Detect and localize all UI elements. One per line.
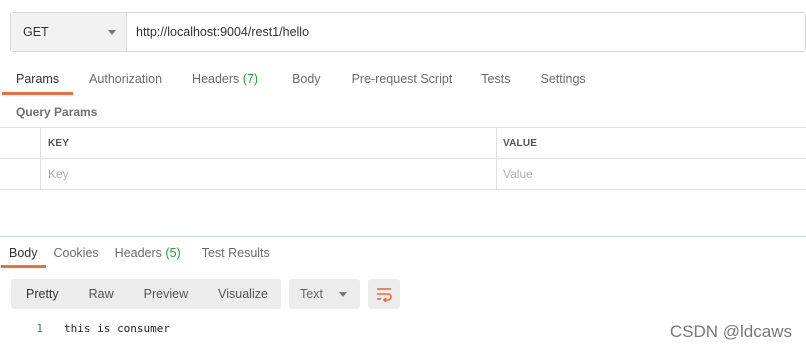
watermark: CSDN @ldcaws	[669, 322, 792, 341]
tab-headers[interactable]: Headers (7)	[192, 64, 258, 94]
tab-test-results[interactable]: Test Results	[202, 240, 270, 267]
request-tabs: Params Authorization Headers (7) Body Pr…	[0, 64, 586, 95]
view-mode-group: Pretty Raw Preview Visualize	[11, 279, 281, 309]
row-handle	[0, 128, 41, 158]
tab-body-label: Body	[292, 72, 321, 86]
tab-params-label: Params	[16, 72, 60, 86]
tab-pre-request-script[interactable]: Pre-request Script	[352, 64, 453, 94]
response-tabs: Body Cookies Headers (5) Test Results	[0, 240, 270, 268]
wrap-lines-icon	[377, 288, 392, 302]
row-handle	[0, 159, 41, 189]
request-url-bar: GET http://localhost:9004/rest1/hello	[10, 12, 806, 52]
tab-cookies-label: Cookies	[53, 246, 99, 260]
tab-authorization[interactable]: Authorization	[89, 64, 162, 94]
chevron-down-icon	[339, 291, 347, 297]
method-label: GET	[23, 25, 49, 39]
tab-tests[interactable]: Tests	[481, 64, 510, 94]
tab-body[interactable]: Body	[292, 64, 321, 94]
view-visualize-button[interactable]: Visualize	[203, 279, 283, 309]
tab-authorization-label: Authorization	[89, 72, 163, 86]
tab-response-headers-label: Headers	[114, 246, 162, 260]
format-select[interactable]: Text	[289, 279, 360, 309]
url-text: http://localhost:9004/rest1/hello	[136, 25, 310, 39]
tab-settings[interactable]: Settings	[540, 64, 585, 94]
response-headers-count-badge: (5)	[165, 246, 181, 260]
view-preview-button[interactable]: Preview	[129, 279, 203, 309]
tab-cookies[interactable]: Cookies	[54, 240, 99, 267]
table-header-row: KEY VALUE	[0, 128, 806, 159]
chevron-down-icon	[108, 29, 116, 35]
response-text: this is consumer	[64, 321, 170, 335]
headers-count-badge: (7)	[242, 72, 259, 86]
response-line: 1 this is consumer	[0, 319, 170, 337]
pane-divider[interactable]	[0, 236, 806, 237]
tab-test-results-label: Test Results	[201, 246, 270, 260]
tab-tests-label: Tests	[481, 72, 511, 86]
format-label: Text	[300, 287, 323, 301]
value-input[interactable]: Value	[497, 159, 806, 189]
key-input[interactable]: Key	[41, 159, 497, 189]
tab-response-body[interactable]: Body	[1, 240, 45, 268]
query-params-title: Query Params	[16, 105, 98, 119]
value-placeholder: Value	[503, 167, 533, 181]
url-input[interactable]: http://localhost:9004/rest1/hello	[127, 13, 805, 51]
view-pretty-button[interactable]: Pretty	[11, 279, 74, 309]
query-params-table: KEY VALUE Key Value	[0, 127, 806, 190]
line-number: 1	[36, 321, 43, 335]
tab-settings-label: Settings	[540, 72, 586, 86]
tab-params[interactable]: Params	[1, 64, 74, 95]
column-header-key: KEY	[41, 128, 497, 158]
method-select[interactable]: GET	[11, 13, 127, 51]
column-header-value: VALUE	[503, 137, 538, 149]
wrap-lines-button[interactable]	[368, 279, 400, 309]
view-raw-button[interactable]: Raw	[74, 279, 129, 309]
key-placeholder: Key	[48, 167, 69, 181]
tab-response-body-label: Body	[9, 246, 38, 260]
tab-pre-request-script-label: Pre-request Script	[351, 72, 453, 86]
tab-headers-label: Headers	[192, 72, 240, 86]
tab-response-headers[interactable]: Headers (5)	[115, 240, 181, 267]
table-row: Key Value	[0, 159, 806, 190]
